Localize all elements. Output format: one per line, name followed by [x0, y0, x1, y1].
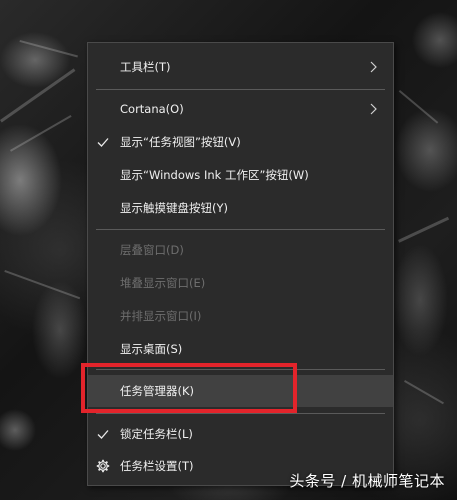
menu-item-label: 显示触摸键盘按钮(Y) [120, 201, 228, 215]
menu-item-label: 显示“任务视图”按钮(V) [120, 135, 241, 149]
gear-icon [96, 459, 110, 473]
menu-item-label: 层叠窗口(D) [120, 243, 184, 257]
desktop: 工具栏(T) Cortana(O) 显示“任务视图”按钮(V) 显示“Windo… [0, 0, 457, 500]
menu-separator [96, 413, 385, 414]
checkmark-icon [97, 138, 109, 147]
menu-item-lock-taskbar[interactable]: 锁定任务栏(L) [88, 419, 393, 449]
menu-item-toolbars[interactable]: 工具栏(T) [88, 52, 393, 82]
menu-item-label: 显示桌面(S) [120, 342, 183, 356]
menu-item-cortana[interactable]: Cortana(O) [88, 94, 393, 124]
menu-item-show-windows-ink-button[interactable]: 显示“Windows Ink 工作区”按钮(W) [88, 160, 393, 190]
menu-item-label: 显示“Windows Ink 工作区”按钮(W) [120, 168, 309, 182]
menu-item-show-desktop[interactable]: 显示桌面(S) [88, 334, 393, 364]
menu-item-side-by-side-windows[interactable]: 并排显示窗口(I) [88, 301, 393, 331]
menu-item-label: 工具栏(T) [120, 60, 171, 74]
menu-item-label: 并排显示窗口(I) [120, 309, 202, 323]
menu-separator [96, 229, 385, 230]
menu-item-label: 锁定任务栏(L) [120, 427, 193, 441]
menu-item-label: Cortana(O) [120, 102, 184, 116]
chevron-right-icon [370, 61, 377, 73]
menu-item-show-task-view-button[interactable]: 显示“任务视图”按钮(V) [88, 127, 393, 157]
chevron-right-icon [370, 103, 377, 115]
highlight-annotation-box [81, 363, 297, 413]
menu-item-cascade-windows[interactable]: 层叠窗口(D) [88, 235, 393, 265]
menu-item-label: 堆叠显示窗口(E) [120, 276, 206, 290]
menu-item-label: 任务栏设置(T) [120, 459, 194, 473]
menu-item-stack-windows[interactable]: 堆叠显示窗口(E) [88, 268, 393, 298]
taskbar-context-menu: 工具栏(T) Cortana(O) 显示“任务视图”按钮(V) 显示“Windo… [87, 42, 394, 486]
watermark-text: 头条号 / 机械师笔记本 [289, 472, 445, 490]
checkmark-icon [97, 430, 109, 439]
menu-item-show-touch-keyboard-button[interactable]: 显示触摸键盘按钮(Y) [88, 193, 393, 223]
menu-separator [96, 89, 385, 90]
